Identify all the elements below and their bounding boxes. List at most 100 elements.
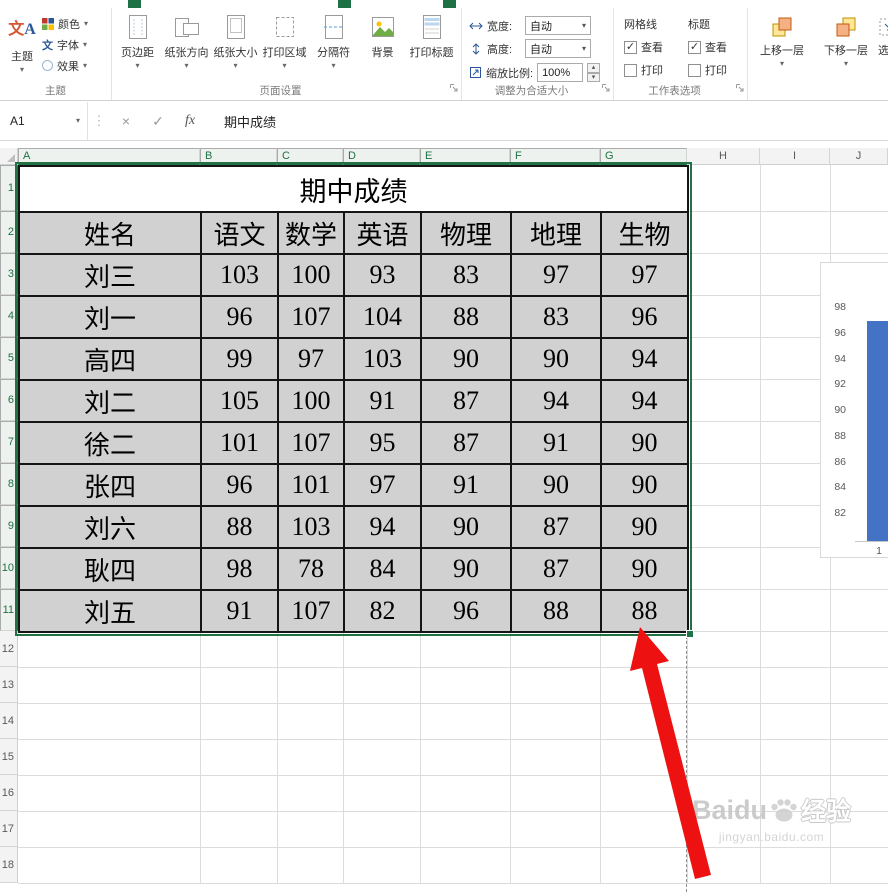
headings-print-checkbox[interactable]: 打印	[688, 62, 727, 78]
data-cell[interactable]: 91	[512, 423, 602, 465]
data-cell[interactable]: 90	[422, 507, 512, 549]
data-cell[interactable]: 刘二	[20, 381, 202, 423]
column-header-D[interactable]: D	[343, 148, 420, 165]
data-cell[interactable]: 高四	[20, 339, 202, 381]
data-cell[interactable]: 94	[602, 339, 689, 381]
formula-bar-content[interactable]: 期中成绩	[224, 112, 276, 131]
data-cell[interactable]: 90	[602, 423, 689, 465]
spinner-down-icon[interactable]: ▾	[587, 72, 601, 82]
data-cell[interactable]: 90	[422, 339, 512, 381]
row-header-17[interactable]: 17	[0, 811, 18, 847]
data-cell[interactable]: 101	[202, 423, 279, 465]
column-header-H[interactable]: H	[687, 148, 760, 165]
width-select[interactable]: 自动 ▾	[525, 16, 591, 35]
data-cell[interactable]: 96	[202, 465, 279, 507]
header-cell[interactable]: 语文	[202, 213, 279, 255]
row-header-2[interactable]: 2	[0, 211, 18, 253]
gridlines-view-checkbox[interactable]: ✓ 查看	[624, 39, 663, 55]
dialog-launcher-icon[interactable]	[735, 83, 745, 96]
background-button[interactable]: 背景	[358, 8, 407, 70]
data-cell[interactable]: 96	[422, 591, 512, 633]
cell-title[interactable]: 期中成绩	[20, 167, 689, 213]
data-cell[interactable]: 87	[512, 507, 602, 549]
data-cell[interactable]: 103	[345, 339, 422, 381]
data-cell[interactable]: 103	[202, 255, 279, 297]
data-cell[interactable]: 97	[345, 465, 422, 507]
embedded-chart[interactable]: 98 96 94 92 90 88 86 84 82 1	[820, 262, 888, 558]
column-header-G[interactable]: G	[600, 148, 687, 165]
checkbox-icon[interactable]: ✓	[624, 40, 637, 54]
data-cell[interactable]: 91	[422, 465, 512, 507]
selection-pane-button[interactable]: 选	[878, 8, 888, 68]
row-header-5[interactable]: 5	[0, 337, 18, 379]
data-cell[interactable]: 100	[279, 381, 345, 423]
data-cell[interactable]: 88	[602, 591, 689, 633]
data-cell[interactable]: 耿四	[20, 549, 202, 591]
send-backward-button[interactable]: 下移一层 ▾	[814, 8, 878, 68]
data-cell[interactable]: 87	[422, 423, 512, 465]
header-cell[interactable]: 物理	[422, 213, 512, 255]
data-cell[interactable]: 90	[602, 507, 689, 549]
data-cell[interactable]: 93	[345, 255, 422, 297]
scale-input[interactable]: 100%	[537, 63, 584, 82]
data-cell[interactable]: 98	[202, 549, 279, 591]
column-header-C[interactable]: C	[277, 148, 343, 165]
data-cell[interactable]: 96	[202, 297, 279, 339]
row-header-10[interactable]: 10	[0, 547, 18, 589]
cancel-button[interactable]: ×	[110, 113, 142, 129]
data-cell[interactable]: 94	[345, 507, 422, 549]
scale-spinner[interactable]: ▴ ▾	[587, 63, 601, 82]
row-header-1[interactable]: 1	[0, 165, 18, 211]
data-cell[interactable]: 97	[602, 255, 689, 297]
data-cell[interactable]: 83	[512, 297, 602, 339]
orientation-button[interactable]: 纸张方向 ▾	[162, 8, 211, 70]
themes-button[interactable]: 文A 主题 ▾	[3, 12, 41, 74]
data-cell[interactable]: 90	[512, 465, 602, 507]
data-cell[interactable]: 91	[202, 591, 279, 633]
row-header-6[interactable]: 6	[0, 379, 18, 421]
row-header-13[interactable]: 13	[0, 667, 18, 703]
data-cell[interactable]: 104	[345, 297, 422, 339]
data-cell[interactable]: 100	[279, 255, 345, 297]
name-box[interactable]: A1 ▾	[0, 102, 88, 140]
header-cell[interactable]: 姓名	[20, 213, 202, 255]
column-header-A[interactable]: A	[18, 148, 200, 165]
data-cell[interactable]: 刘一	[20, 297, 202, 339]
data-cell[interactable]: 105	[202, 381, 279, 423]
row-header-15[interactable]: 15	[0, 739, 18, 775]
data-cell[interactable]: 99	[202, 339, 279, 381]
header-cell[interactable]: 英语	[345, 213, 422, 255]
checkbox-icon[interactable]	[624, 63, 637, 77]
row-header-11[interactable]: 11	[0, 589, 18, 631]
checkbox-icon[interactable]: ✓	[688, 40, 701, 54]
paper-size-button[interactable]: 纸张大小 ▾	[211, 8, 260, 70]
bring-forward-button[interactable]: 上移一层 ▾	[750, 8, 814, 68]
data-cell[interactable]: 97	[512, 255, 602, 297]
row-header-4[interactable]: 4	[0, 295, 18, 337]
data-cell[interactable]: 88	[422, 297, 512, 339]
select-all-corner[interactable]	[0, 148, 18, 165]
data-cell[interactable]: 刘三	[20, 255, 202, 297]
data-cell[interactable]: 徐二	[20, 423, 202, 465]
data-cell[interactable]: 刘六	[20, 507, 202, 549]
enter-button[interactable]: ✓	[142, 113, 174, 130]
checkbox-icon[interactable]	[688, 63, 701, 77]
row-header-18[interactable]: 18	[0, 847, 18, 883]
margins-button[interactable]: 页边距 ▾	[113, 8, 162, 70]
column-header-B[interactable]: B	[200, 148, 277, 165]
data-cell[interactable]: 83	[422, 255, 512, 297]
data-cell[interactable]: 张四	[20, 465, 202, 507]
row-header-7[interactable]: 7	[0, 421, 18, 463]
dialog-launcher-icon[interactable]	[449, 83, 459, 96]
theme-fonts-button[interactable]: 文 字体 ▾	[42, 37, 88, 52]
data-cell[interactable]: 101	[279, 465, 345, 507]
header-cell[interactable]: 生物	[602, 213, 689, 255]
row-header-8[interactable]: 8	[0, 463, 18, 505]
fill-handle[interactable]	[686, 630, 694, 638]
data-cell[interactable]: 87	[512, 549, 602, 591]
data-cell[interactable]: 90	[602, 465, 689, 507]
data-cell[interactable]: 107	[279, 297, 345, 339]
data-cell[interactable]: 82	[345, 591, 422, 633]
theme-effects-button[interactable]: 效果 ▾	[42, 58, 88, 73]
data-cell[interactable]: 90	[422, 549, 512, 591]
